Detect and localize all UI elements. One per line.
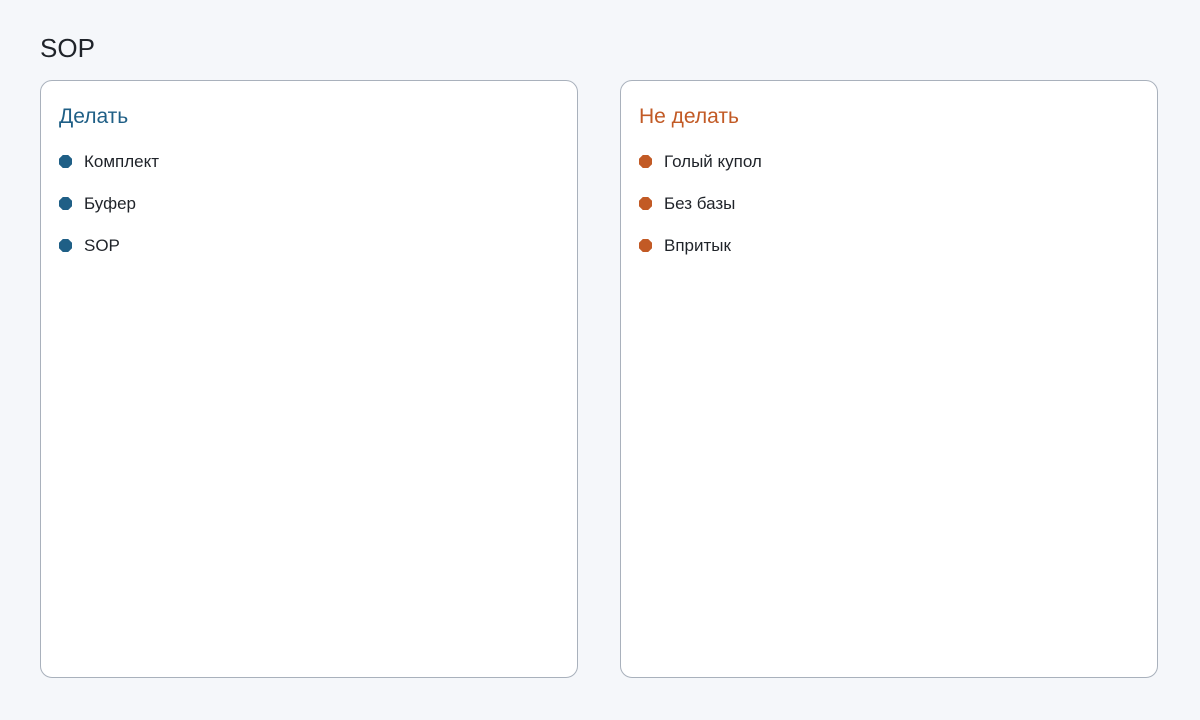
dont-list-item: Голый купол [639,152,1157,194]
octagon-bullet-icon [59,197,72,210]
octagon-bullet-icon [639,239,652,252]
dont-list-item: Впритык [639,236,1157,278]
do-list-item: Комплект [59,152,577,194]
bullet-shape [639,197,652,210]
do-list: Комплект Буфер SOP [59,130,577,278]
do-list-item-label: Комплект [84,152,160,171]
dont-list-item-label: Без базы [664,194,736,213]
octagon-bullet-icon [639,155,652,168]
dont-list-item-label: Впритык [664,236,731,255]
bullet-shape [639,239,652,252]
do-panel: Делать Комплект Буфер SOP [40,80,578,678]
do-list-item: SOP [59,236,577,278]
do-list-item-label: Буфер [84,194,136,213]
page-title: SOP [40,33,95,63]
do-list-item-label: SOP [84,236,120,255]
do-list-item: Буфер [59,194,577,236]
dont-list-item: Без базы [639,194,1157,236]
dont-list-item-label: Голый купол [664,152,762,171]
octagon-bullet-icon [59,155,72,168]
octagon-bullet-icon [639,197,652,210]
dont-list: Голый купол Без базы Впритык [639,130,1157,278]
bullet-shape [59,239,72,252]
dont-panel-heading: Не делать [639,105,739,128]
bullet-shape [639,155,652,168]
dont-panel: Не делать Голый купол Без базы Впритык [620,80,1158,678]
bullet-shape [59,197,72,210]
octagon-bullet-icon [59,239,72,252]
do-panel-heading: Делать [59,105,129,128]
bullet-shape [59,155,72,168]
